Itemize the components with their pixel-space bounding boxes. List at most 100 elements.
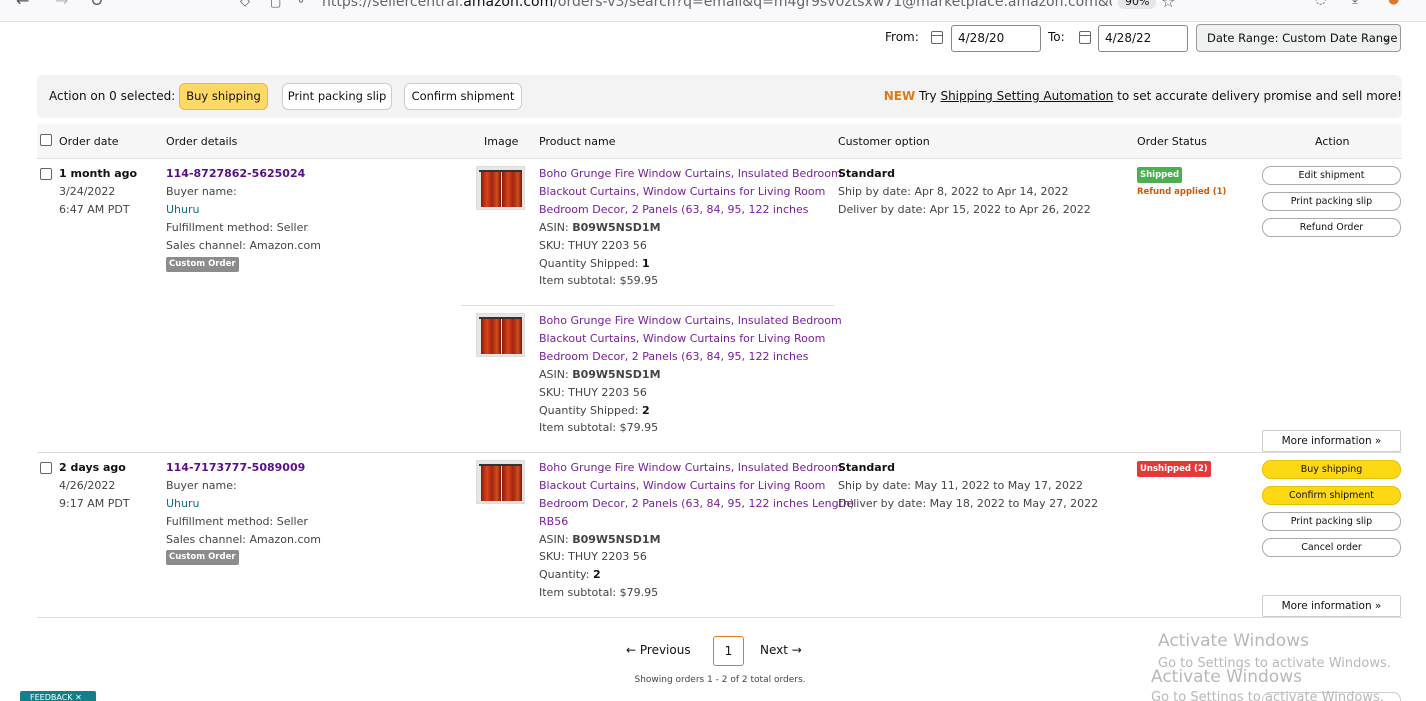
permissions-icon[interactable]: ⚬: [296, 0, 306, 8]
browser-toolbar: ← → ↻ ◇ ▢ ⚬ https://sellercentral.amazon…: [0, 0, 1426, 22]
asin: ASIN: B09W5NSD1M: [539, 221, 661, 234]
product-thumbnail[interactable]: [476, 460, 525, 504]
shipping-option: Standard: [838, 461, 896, 474]
shipping-option: Standard: [838, 167, 896, 180]
zoom-level[interactable]: 90%: [1118, 0, 1157, 9]
col-order-status: Order Status: [1137, 135, 1207, 148]
date-filter: From: 4/28/20 To: 4/28/22 Date Range: Cu…: [0, 24, 1426, 53]
buyer-name-link[interactable]: Uhuru: [166, 495, 200, 513]
item-subtotal: Item subtotal: $79.95: [539, 586, 659, 599]
more-information-button[interactable]: More information »: [1262, 595, 1401, 617]
col-customer-option: Customer option: [838, 135, 930, 148]
calendar-icon[interactable]: [931, 31, 943, 44]
print-packing-slip-button[interactable]: Print packing slip: [1262, 192, 1401, 211]
next-page-button[interactable]: Next →: [760, 643, 802, 657]
product-name-link[interactable]: RB56: [539, 513, 568, 531]
activate-windows-subtitle: Go to Settings to activate Windows.: [1151, 690, 1384, 701]
order-id-link[interactable]: 114-8727862-5625024: [166, 165, 305, 183]
buyer-name-link[interactable]: Uhuru: [166, 201, 200, 219]
from-date-input[interactable]: 4/28/20: [951, 25, 1041, 52]
more-information-button[interactable]: More information »: [1262, 430, 1401, 452]
item-subtotal: Item subtotal: $59.95: [539, 274, 659, 287]
status-badge: Shipped: [1137, 167, 1183, 183]
product-name-link[interactable]: Boho Grunge Fire Window Curtains, Insula…: [539, 165, 842, 183]
product-name-link[interactable]: Boho Grunge Fire Window Curtains, Insula…: [539, 312, 842, 330]
product-thumbnail[interactable]: [476, 166, 525, 210]
col-action: Action: [1315, 135, 1350, 148]
col-order-date[interactable]: Order date: [59, 135, 119, 148]
sales-channel: Sales channel: Amazon.com: [166, 533, 321, 546]
order-time: 9:17 AM PDT: [59, 497, 130, 510]
shipping-automation-link[interactable]: Shipping Setting Automation: [940, 89, 1113, 103]
order-date: 4/26/2022: [59, 479, 116, 492]
forward-arrow-icon[interactable]: →: [55, 0, 68, 10]
status-badge: Unshipped (2): [1137, 461, 1211, 477]
order-id-link[interactable]: 114-7173777-5089009: [166, 459, 305, 477]
reload-icon[interactable]: ↻: [90, 0, 103, 10]
order-checkbox[interactable]: [40, 168, 52, 180]
product-name-link[interactable]: Blackout Curtains, Window Curtains for L…: [539, 477, 825, 495]
product-name-link[interactable]: Bedroom Decor, 2 Panels (63, 84, 95, 122…: [539, 201, 808, 219]
chevron-down-icon: ⌄: [1381, 31, 1391, 44]
order-relative-date: 1 month ago: [59, 167, 138, 180]
edit-shipment-button[interactable]: Edit shipment: [1262, 166, 1401, 185]
date-range-select[interactable]: Date Range: Custom Date Range ⌄: [1196, 24, 1401, 52]
to-date-input[interactable]: 4/28/22: [1098, 25, 1188, 52]
feedback-button[interactable]: FEEDBACK ✕: [20, 691, 96, 701]
order-checkbox[interactable]: [40, 462, 52, 474]
new-tag: NEW: [883, 89, 916, 103]
quantity: Quantity Shipped: 2: [539, 404, 650, 417]
product-name-link[interactable]: Blackout Curtains, Window Curtains for L…: [539, 330, 825, 348]
to-label: To:: [1048, 30, 1065, 44]
buy-shipping-button[interactable]: Buy shipping: [1262, 460, 1401, 479]
page-number-current[interactable]: 1: [713, 636, 744, 666]
sku: SKU: THUY 2203 56: [539, 239, 647, 252]
promo-banner: NEW Try Shipping Setting Automation to s…: [883, 89, 1402, 103]
buyer-name-label: Buyer name:: [166, 479, 237, 492]
quantity: Quantity: 2: [539, 568, 601, 581]
row-divider: [37, 617, 1402, 618]
lock-icon[interactable]: ▢: [270, 0, 281, 9]
quantity: Quantity Shipped: 1: [539, 257, 650, 270]
col-image: Image: [484, 135, 519, 148]
back-arrow-icon[interactable]: ←: [16, 0, 29, 10]
fulfillment-method: Fulfillment method: Seller: [166, 515, 308, 528]
product-name-link[interactable]: Bedroom Decor, 2 Panels (63, 84, 95, 122…: [539, 495, 854, 513]
bulk-confirm-shipment-button[interactable]: Confirm shipment: [404, 83, 522, 110]
bookmark-star-icon[interactable]: ☆: [1161, 0, 1175, 11]
orders-table-header: Order date Order details Image Product n…: [37, 124, 1402, 159]
buyer-name-label: Buyer name:: [166, 185, 237, 198]
product-name-link[interactable]: Blackout Curtains, Window Curtains for L…: [539, 183, 825, 201]
refund-applied-link[interactable]: Refund applied (1): [1137, 187, 1226, 197]
download-icon[interactable]: ⤓: [1352, 0, 1358, 7]
previous-page-button[interactable]: ← Previous: [626, 643, 691, 657]
address-bar[interactable]: https://sellercentral.amazon.com/orders-…: [322, 0, 1112, 10]
extension-icon[interactable]: ●: [1388, 0, 1399, 7]
cancel-order-button[interactable]: Cancel order: [1262, 538, 1401, 557]
select-all-checkbox[interactable]: [40, 134, 52, 146]
account-icon[interactable]: ◌: [1315, 0, 1326, 7]
print-packing-slip-button[interactable]: Print packing slip: [1262, 512, 1401, 531]
calendar-icon[interactable]: [1079, 31, 1091, 44]
product-name-link[interactable]: Boho Grunge Fire Window Curtains, Insula…: [539, 459, 842, 477]
bulk-print-packing-slip-button[interactable]: Print packing slip: [282, 83, 392, 110]
confirm-shipment-button[interactable]: Confirm shipment: [1262, 486, 1401, 505]
product-name-link[interactable]: Bedroom Decor, 2 Panels (63, 84, 95, 122…: [539, 348, 808, 366]
refund-order-button[interactable]: Refund Order: [1262, 218, 1401, 237]
bulk-action-bar: Action on 0 selected: Buy shipping Print…: [37, 75, 1402, 118]
action-count-label: Action on 0 selected:: [49, 89, 176, 103]
asin: ASIN: B09W5NSD1M: [539, 533, 661, 546]
deliver-by-date: Deliver by date: May 18, 2022 to May 27,…: [838, 497, 1099, 510]
item-subtotal: Item subtotal: $79.95: [539, 421, 659, 434]
bulk-buy-shipping-button[interactable]: Buy shipping: [179, 83, 268, 110]
custom-order-badge: Custom Order: [166, 550, 239, 565]
activate-windows-title: Activate Windows: [1158, 631, 1309, 651]
sku: SKU: THUY 2203 56: [539, 386, 647, 399]
sku: SKU: THUY 2203 56: [539, 550, 647, 563]
date-range-label: Date Range: Custom Date Range: [1207, 31, 1398, 45]
from-label: From:: [885, 30, 919, 44]
shield-icon[interactable]: ◇: [240, 0, 250, 9]
row-divider: [37, 452, 1402, 453]
product-thumbnail[interactable]: [476, 313, 525, 357]
ship-by-date: Ship by date: Apr 8, 2022 to Apr 14, 202…: [838, 185, 1069, 198]
